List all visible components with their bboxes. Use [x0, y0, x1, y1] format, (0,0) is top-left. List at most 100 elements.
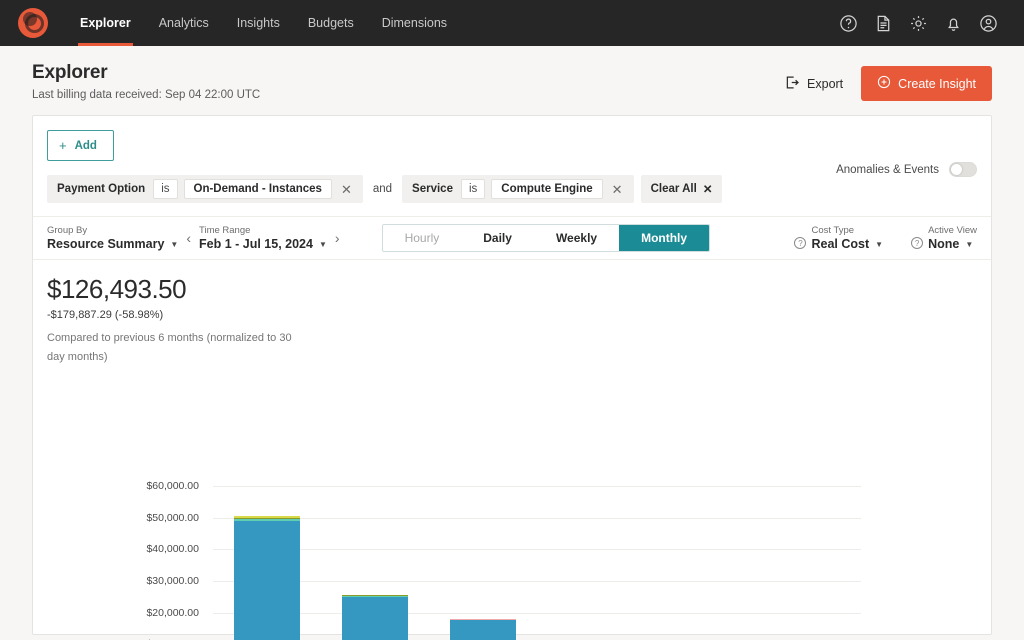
granularity-tabs: Hourly Daily Weekly Monthly — [381, 224, 711, 252]
nav-link-label: Explorer — [80, 16, 131, 30]
next-period-button[interactable]: › — [327, 230, 348, 246]
clear-all-button[interactable]: Clear All ✕ — [640, 175, 723, 203]
account-icon[interactable] — [979, 14, 998, 33]
y-axis-tick-label: $50,000.00 — [146, 511, 199, 524]
export-button[interactable]: Export — [785, 75, 843, 93]
active-view-value: None — [928, 237, 960, 251]
filter-conjunction: and — [372, 183, 393, 195]
chart-bar[interactable] — [341, 594, 409, 640]
add-filter-button[interactable]: + Add — [47, 130, 114, 161]
time-range-label: Time Range — [199, 225, 251, 236]
filter-chip-operator: is — [460, 179, 486, 199]
document-icon[interactable] — [874, 14, 893, 33]
top-navigation-bar: Explorer Analytics Insights Budgets Dime… — [0, 0, 1024, 46]
help-icon[interactable]: ? — [794, 237, 807, 249]
help-icon[interactable]: ? — [911, 237, 924, 249]
cost-type-control[interactable]: ? Cost Type Real Cost ▼ — [794, 225, 883, 251]
anomalies-events-toggle[interactable] — [949, 162, 977, 177]
nav-link-label: Dimensions — [381, 16, 448, 30]
last-billing-data-text: Last billing data received: Sep 04 22:00… — [32, 89, 261, 101]
nav-link-label: Budgets — [307, 16, 354, 30]
header-actions: Export Create Insight — [785, 62, 992, 101]
close-icon: ✕ — [702, 184, 713, 196]
chart-bar-segment[interactable] — [449, 619, 517, 640]
app-logo-icon[interactable] — [18, 8, 48, 38]
anomalies-events-label: Anomalies & Events — [836, 163, 939, 176]
plus-circle-icon — [877, 75, 891, 92]
tab-weekly[interactable]: Weekly — [533, 225, 620, 251]
filter-chip-service[interactable]: Service is Compute Engine ✕ — [402, 175, 634, 203]
tab-daily[interactable]: Daily — [461, 225, 534, 251]
chevron-down-icon: ▼ — [875, 239, 884, 249]
filter-chip-row: Payment Option is On-Demand - Instances … — [47, 175, 977, 203]
chart-bar-segment[interactable] — [341, 596, 409, 640]
chart-bar-slot: Feb — [213, 486, 321, 640]
page-title-block: Explorer Last billing data received: Sep… — [32, 62, 260, 101]
create-insight-label: Create Insight — [898, 76, 976, 91]
chart-bar-slot: May — [537, 486, 645, 640]
time-range-control[interactable]: Time Range Feb 1 - Jul 15, 2024 ▼ — [199, 225, 327, 251]
nav-link-analytics[interactable]: Analytics — [145, 0, 223, 46]
close-icon[interactable]: ✕ — [609, 183, 626, 196]
cost-type-value: Real Cost — [811, 237, 870, 251]
chevron-down-icon: ▼ — [318, 239, 327, 249]
nav-link-label: Insights — [236, 16, 280, 30]
page-header: Explorer Last billing data received: Sep… — [0, 46, 1024, 115]
nav-link-budgets[interactable]: Budgets — [294, 0, 368, 46]
anomalies-events-control: Anomalies & Events — [836, 162, 977, 177]
export-label: Export — [807, 76, 844, 91]
y-axis-tick-label: $60,000.00 — [146, 480, 199, 492]
nav-link-explorer[interactable]: Explorer — [66, 0, 145, 46]
page-title: Explorer — [32, 62, 108, 83]
right-controls: ? Cost Type Real Cost ▼ ? Active View No… — [794, 225, 977, 251]
tab-hourly[interactable]: Hourly — [382, 225, 462, 251]
create-insight-button[interactable]: Create Insight — [861, 66, 992, 101]
explorer-card: + Add Payment Option is On-Demand - Inst… — [32, 115, 992, 640]
cost-comparison-text: Compared to previous 6 months (normalize… — [47, 332, 292, 363]
chart-bar[interactable] — [449, 618, 517, 640]
group-by-label: Group By — [47, 225, 88, 236]
chart-bar-slot: Jun — [645, 486, 753, 640]
filter-chip-value: Compute Engine — [491, 179, 603, 199]
gear-icon[interactable] — [909, 14, 928, 33]
chart-bar-slot: Apr — [429, 486, 537, 640]
cost-delta-value: -$179,887.29 (-58.98%) — [47, 309, 164, 321]
help-icon[interactable] — [839, 14, 858, 33]
bell-icon[interactable] — [944, 14, 963, 33]
add-filter-label: Add — [74, 139, 97, 152]
tab-monthly[interactable]: Monthly — [619, 225, 710, 251]
filter-chip-operator: is — [153, 179, 178, 199]
chart-bar-slot: Jul — [753, 486, 861, 640]
y-axis-tick-label: $20,000.00 — [146, 606, 199, 619]
control-bar: Group By Resource Summary ▼ ‹ Time Range… — [33, 216, 991, 260]
y-axis-tick-label: $40,000.00 — [146, 543, 199, 556]
cost-type-label: Cost Type — [811, 225, 855, 236]
group-by-value: Resource Summary — [47, 237, 165, 251]
active-view-control[interactable]: ? Active View None ▼ — [911, 225, 977, 251]
nav-link-label: Analytics — [158, 16, 209, 30]
nav-link-dimensions[interactable]: Dimensions — [368, 0, 461, 46]
toggle-knob — [951, 164, 962, 175]
group-by-control[interactable]: Group By Resource Summary ▼ — [47, 225, 178, 251]
chart-bar[interactable] — [233, 516, 301, 640]
time-range-value: Feb 1 - Jul 15, 2024 — [199, 237, 313, 251]
nav-icon-group — [839, 14, 1006, 33]
clear-all-label: Clear All — [650, 183, 697, 195]
chevron-down-icon: ▼ — [170, 239, 179, 249]
filter-chip-value: On-Demand - Instances — [183, 179, 332, 199]
chart-bars: FebMarAprMayJunJul — [213, 486, 861, 640]
filter-chip-payment-option[interactable]: Payment Option is On-Demand - Instances … — [47, 175, 363, 203]
filter-chip-key: Payment Option — [57, 183, 146, 195]
cost-summary: $126,493.50 -$179,887.29 (-58.98%) Compa… — [33, 260, 991, 366]
filter-zone: + Add Payment Option is On-Demand - Inst… — [33, 116, 991, 203]
cost-chart: $0.00$10,000.00$20,000.00$30,000.00$40,0… — [33, 466, 991, 640]
chart-bar-segment[interactable] — [233, 521, 301, 640]
close-icon[interactable]: ✕ — [338, 183, 355, 196]
filter-chip-key: Service — [412, 183, 453, 195]
plus-icon: + — [59, 138, 67, 153]
previous-period-button[interactable]: ‹ — [178, 230, 199, 246]
primary-nav-links: Explorer Analytics Insights Budgets Dime… — [66, 0, 461, 46]
chart-plot-area: $0.00$10,000.00$20,000.00$30,000.00$40,0… — [146, 480, 861, 640]
nav-link-insights[interactable]: Insights — [223, 0, 294, 46]
y-axis-tick-label: $30,000.00 — [146, 575, 199, 587]
